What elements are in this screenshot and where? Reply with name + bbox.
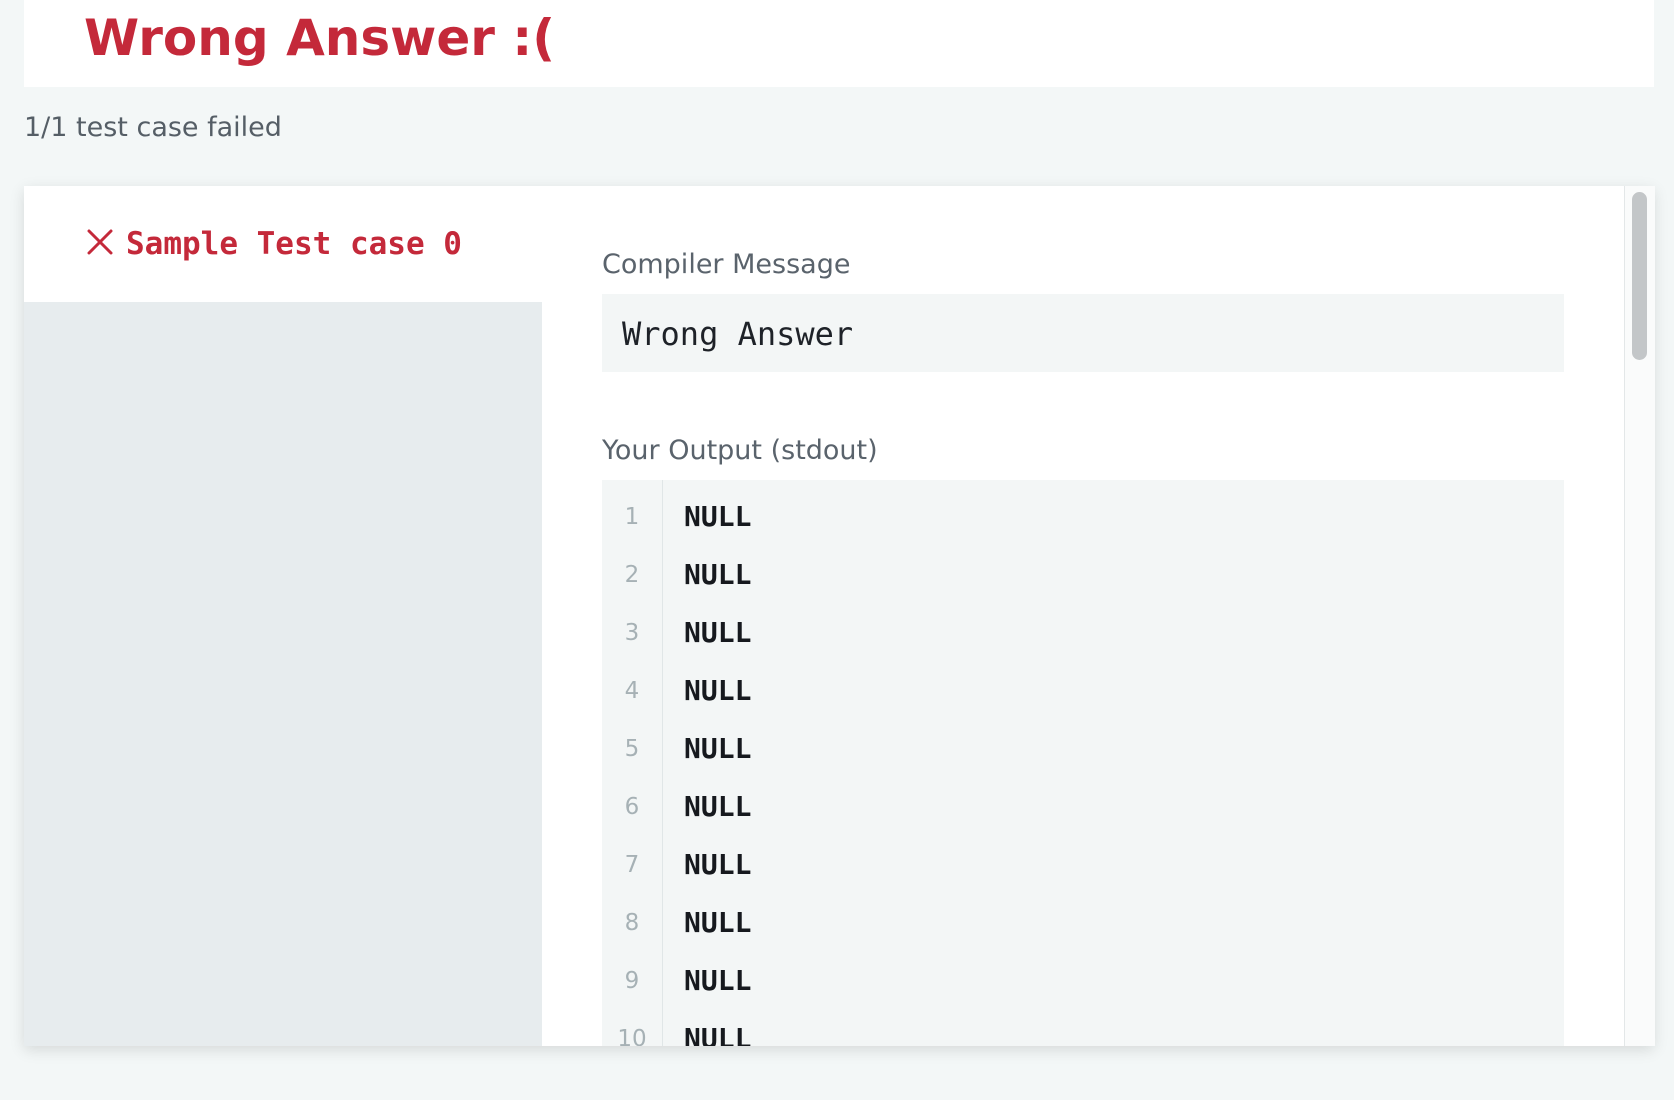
line-number: 8 <box>624 910 640 936</box>
stdout-label: Your Output (stdout) <box>602 435 878 466</box>
output-line: 9 NULL <box>602 952 1564 1010</box>
output-line: 5 NULL <box>602 720 1564 778</box>
line-text: NULL <box>684 674 752 707</box>
scrollbar-thumb[interactable] <box>1632 192 1647 360</box>
line-number: 4 <box>624 678 640 704</box>
line-number: 3 <box>624 620 640 646</box>
output-line: 1 NULL <box>602 488 1564 546</box>
test-results-panel: Sample Test case 0 Compiler Message Wron… <box>24 186 1654 1046</box>
output-line: 8 NULL <box>602 894 1564 952</box>
output-line: 7 NULL <box>602 836 1564 894</box>
compiler-message-text: Wrong Answer <box>622 315 854 353</box>
stdout-output-box[interactable]: 1 NULL 2 NULL 3 NULL 4 NULL 5 NULL 6 NULL 7 NULL 8 NULL… <box>602 480 1564 1046</box>
line-number: 5 <box>624 736 640 762</box>
output-line: 4 NULL <box>602 662 1564 720</box>
line-text: NULL <box>684 558 752 591</box>
line-number: 7 <box>624 852 640 878</box>
result-title: Wrong Answer :( <box>84 9 556 67</box>
vertical-scrollbar[interactable] <box>1624 186 1655 1046</box>
output-line: 6 NULL <box>602 778 1564 836</box>
line-number: 2 <box>624 562 640 588</box>
line-text: NULL <box>684 848 752 881</box>
test-summary: 1/1 test case failed <box>24 112 282 143</box>
output-line: 2 NULL <box>602 546 1564 604</box>
line-text: NULL <box>684 616 752 649</box>
output-line: 10 NULL <box>602 1010 1564 1046</box>
line-number: 10 <box>617 1026 647 1046</box>
line-text: NULL <box>684 906 752 939</box>
line-number: 9 <box>624 968 640 994</box>
test-case-details: Compiler Message Wrong Answer Your Outpu… <box>542 186 1634 1046</box>
line-text: NULL <box>684 790 752 823</box>
line-number: 1 <box>624 504 640 530</box>
line-text: NULL <box>684 1022 752 1046</box>
line-number: 6 <box>624 794 640 820</box>
result-header: Wrong Answer :( <box>24 0 1654 87</box>
line-text: NULL <box>684 500 752 533</box>
compiler-message-box: Wrong Answer <box>602 294 1564 372</box>
test-case-tab-0[interactable]: Sample Test case 0 <box>24 186 542 302</box>
line-text: NULL <box>684 964 752 997</box>
test-case-list: Sample Test case 0 <box>24 186 542 1046</box>
close-x-icon <box>87 229 113 255</box>
line-text: NULL <box>684 732 752 765</box>
compiler-message-label: Compiler Message <box>602 249 851 280</box>
output-line: 3 NULL <box>602 604 1564 662</box>
test-case-label: Sample Test case 0 <box>126 226 462 262</box>
